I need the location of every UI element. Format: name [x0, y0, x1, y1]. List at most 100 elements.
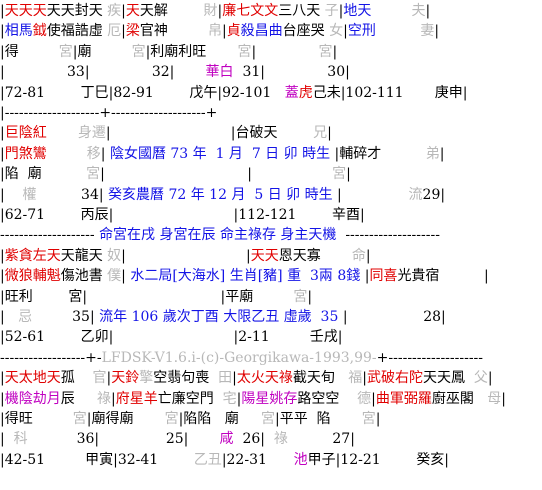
chart-text: 傷池書: [60, 268, 108, 285]
chart-text: 天鈴: [111, 370, 140, 387]
chart-text: |62-71 丙辰| |112-121 辛酉|: [0, 207, 365, 223]
chart-text: --------------------: [336, 227, 440, 244]
chart-text: 田: [218, 370, 233, 387]
chart-text: LFDSK-V1.6.i-(c)-Georgikawa-1993,99-: [101, 349, 377, 366]
chart-text: 空刑: [347, 23, 421, 40]
chart-text: |廟得廟: [86, 411, 165, 427]
chart-text: |利廟利旺: [145, 43, 238, 60]
chart-text: 27|: [287, 431, 355, 448]
chart-text: 貞: [226, 23, 241, 40]
chart-text: 乙丑: [193, 451, 222, 468]
chart-text: 31| 30|: [233, 64, 350, 81]
chart-text: 宮: [72, 411, 87, 427]
chart-text: 截天旬: [292, 370, 349, 387]
chart-text: 福: [348, 370, 363, 387]
chart-text: 池: [293, 451, 308, 468]
chart-text: 天天封天: [46, 3, 108, 19]
chart-text: |平平 陷: [274, 411, 362, 427]
chart-text: 甲子|12-21 癸亥|: [307, 451, 449, 468]
chart-text: |: [307, 288, 313, 305]
chart-text: 母: [487, 390, 502, 407]
chart-text: 流: [408, 186, 423, 203]
chart-text: |陷 廟: [0, 166, 87, 183]
chart-text: 帛: [207, 23, 222, 40]
chart-text: 宮: [86, 166, 101, 183]
chart-text: 29|: [422, 186, 446, 203]
chart-text: 科: [13, 431, 28, 448]
chart-text: --------------------: [0, 227, 100, 244]
chart-text: 光貴宿: [397, 268, 484, 285]
chart-text: 宮: [318, 43, 333, 60]
chart-text: |: [0, 431, 14, 448]
chart-text: ------------------+-: [0, 349, 102, 366]
chart-text: |: [327, 125, 332, 142]
chart-text: 流年 106 歲次丁酉 大限乙丑 虛歲 35: [99, 309, 339, 325]
chart-text: 府星羊: [115, 390, 158, 407]
chart-text: 亡廉空門: [157, 390, 223, 407]
chart-text: 癸亥農曆 72 年 12 月 5 日 卯 時生: [108, 186, 333, 203]
chart-text: 同喜: [369, 268, 398, 285]
chart-text: |: [434, 23, 440, 40]
chart-text: |: [365, 247, 371, 264]
chart-text: 疾: [107, 3, 122, 19]
chart-text: 孤: [60, 370, 93, 387]
chart-text: |: [0, 309, 19, 325]
chart-text: 天天天: [4, 3, 47, 19]
chart-text: 地天: [343, 3, 412, 19]
chart-text: 巨陰紅: [4, 125, 47, 142]
chart-text: |: [0, 186, 23, 203]
chart-text: 機陰劫月: [4, 390, 61, 407]
chart-text: 官神: [139, 23, 208, 40]
chart-text: |: [501, 390, 506, 407]
chart-text: 廚巫閣: [431, 390, 488, 407]
chart-text: |: [487, 370, 493, 387]
chart-text: 34|: [36, 186, 109, 203]
chart-text: [47, 146, 87, 162]
chart-text: 奴: [107, 247, 122, 264]
chart-text: 梁: [125, 23, 140, 40]
chart-text: |: [332, 43, 338, 60]
chart-text: 妻: [420, 23, 435, 40]
chart-text: 曲軍弼羅: [375, 390, 432, 407]
chart-text: 宮: [164, 411, 179, 427]
chart-text: 相馬: [4, 23, 33, 40]
chart-text: +--------------------: [376, 349, 484, 366]
chart-text: 祿: [273, 431, 288, 448]
chart-text: 身遷: [77, 125, 106, 142]
chart-text: 移: [86, 145, 101, 162]
chart-text: 35|: [32, 309, 100, 325]
chart-text: |得旺: [0, 411, 73, 427]
chart-text: 宮: [260, 411, 275, 427]
chart-text: 財: [203, 3, 218, 19]
chart-text: 門煞鸞: [4, 145, 47, 162]
chart-text: |: [483, 268, 489, 285]
chart-text: 蓋: [284, 84, 299, 101]
chart-text: 天: [125, 3, 140, 19]
chart-text: 武破右陀: [366, 370, 423, 387]
chart-text: 台座哭: [282, 23, 330, 40]
chart-text: |輔碎才: [330, 145, 426, 162]
chart-text: 宅: [222, 390, 237, 407]
chart-text: |72-81 丁巳|82-91 戊午|92-101: [0, 84, 285, 101]
chart-text: 夫: [411, 3, 426, 19]
chart-text: |--------------------+------------------…: [0, 105, 218, 121]
ziwei-chart: |天天天天天封天 疾|天天解 財|廉七文文三八天 子|地天 夫| |相馬鉞使福誥虛…: [0, 0, 542, 490]
chart-text: |: [332, 186, 409, 203]
chart-text: 僕: [107, 268, 122, 285]
chart-text: 天太地天: [4, 370, 61, 387]
chart-text: 使福誥虛: [46, 23, 108, 40]
chart-text: 父: [473, 370, 488, 387]
chart-text: 微狼輔魁: [4, 268, 61, 285]
chart-text: | 33| 32|: [0, 64, 206, 81]
chart-text: | |台破天: [105, 125, 314, 142]
chart-text: 廉七文文: [222, 3, 279, 19]
chart-text: 忌: [18, 309, 33, 325]
chart-text: 鉞: [32, 23, 47, 40]
chart-text: | |: [100, 166, 333, 183]
chart-text: | |: [121, 247, 251, 264]
chart-text: 弟: [425, 145, 440, 162]
chart-text: 兄: [313, 125, 328, 142]
chart-text: |: [251, 43, 319, 60]
chart-text: |: [375, 411, 381, 427]
chart-text: 陽星姚存: [241, 390, 298, 407]
